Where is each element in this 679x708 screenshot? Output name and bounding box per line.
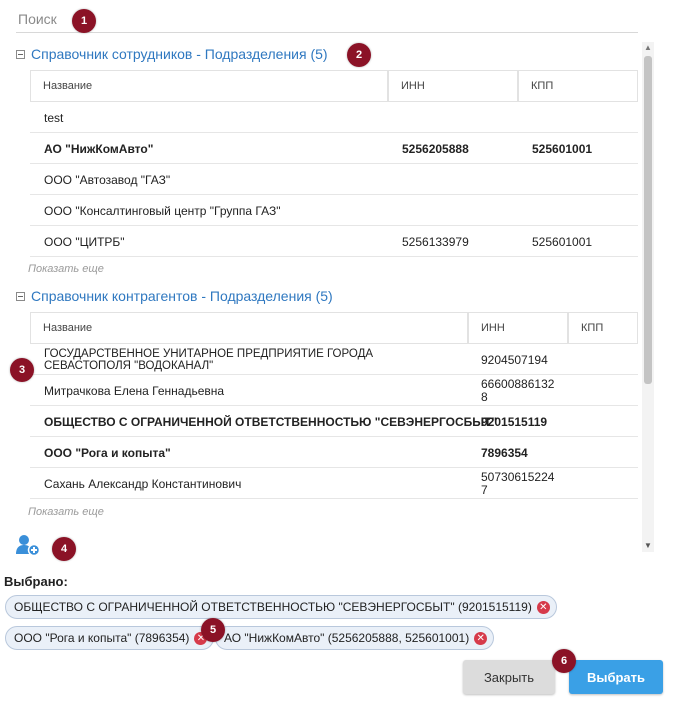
cell-inn: 9201515119 <box>481 415 548 429</box>
show-more-employees-link[interactable]: Показать еще <box>28 263 104 275</box>
close-button[interactable]: Закрыть <box>463 660 555 694</box>
select-button[interactable]: Выбрать <box>569 660 663 694</box>
search-placeholder: Поиск <box>18 11 57 27</box>
table-row[interactable]: test <box>30 102 638 133</box>
results-panel: Справочник сотрудников - Подразделения (… <box>10 40 654 554</box>
annotation-marker-3: 3 <box>10 358 34 382</box>
scroll-down-arrow-icon[interactable]: ▼ <box>643 542 653 550</box>
table-row[interactable]: ООО "Автозавод "ГАЗ" <box>30 164 638 195</box>
collapse-icon[interactable] <box>16 49 25 59</box>
selected-chip: АО "НижКомАвто" (5256205888, 525601001) … <box>215 626 495 650</box>
collapse-icon[interactable] <box>16 291 25 301</box>
column-header-name[interactable]: Название <box>30 70 388 102</box>
annotation-marker-2: 2 <box>347 43 371 67</box>
cell-inn: 5256133979 <box>402 235 469 249</box>
cell-name: ООО "Рога и копыта" <box>44 446 171 460</box>
scroll-thumb[interactable] <box>644 56 652 384</box>
column-header-inn[interactable]: ИНН <box>468 312 568 344</box>
cell-inn: 666008861328 <box>481 377 555 404</box>
cell-name: ООО "ЦИТРБ" <box>44 235 125 249</box>
search-input[interactable]: Поиск <box>16 6 638 33</box>
table-row[interactable]: Митрачкова Елена Геннадьевна 66600886132… <box>30 375 638 406</box>
column-header-kpp[interactable]: КПП <box>568 312 638 344</box>
cell-kpp: 525601001 <box>532 142 593 156</box>
cell-name: ООО "Автозавод "ГАЗ" <box>44 173 171 187</box>
remove-icon[interactable]: ✕ <box>536 600 550 614</box>
cell-name: ГОСУДАРСТВЕННОЕ УНИТАРНОЕ ПРЕДПРИЯТИЕ ГО… <box>44 348 374 372</box>
chip-label: ОБЩЕСТВО С ОГРАНИЧЕННОЙ ОТВЕТСТВЕННОСТЬЮ… <box>14 600 532 614</box>
annotation-marker-1: 1 <box>72 9 96 33</box>
annotation-marker-4: 4 <box>52 537 76 561</box>
add-user-icon[interactable] <box>16 534 41 557</box>
scroll-up-arrow-icon[interactable]: ▲ <box>643 44 653 52</box>
results-scrollbar[interactable]: ▲ ▼ <box>642 42 654 552</box>
cell-name: АО "НижКомАвто" <box>44 142 154 156</box>
cell-name: ОБЩЕСТВО С ОГРАНИЧЕННОЙ ОТВЕТСТВЕННОСТЬЮ… <box>44 415 498 429</box>
cell-name: ООО "Консалтинговый центр "Группа ГАЗ" <box>44 204 281 218</box>
cell-kpp: 525601001 <box>532 235 593 249</box>
column-header-inn[interactable]: ИНН <box>388 70 518 102</box>
annotation-marker-6: 6 <box>552 649 576 673</box>
cell-inn: 9204507194 <box>481 353 548 367</box>
table-row[interactable]: ООО "Консалтинговый центр "Группа ГАЗ" <box>30 195 638 226</box>
cell-inn: 7896354 <box>481 446 528 460</box>
selected-label: Выбрано: <box>4 574 68 589</box>
section-contractors-title: Справочник контрагентов - Подразделения … <box>31 288 333 304</box>
remove-icon[interactable]: ✕ <box>474 631 488 645</box>
table-row[interactable]: ОБЩЕСТВО С ОГРАНИЧЕННОЙ ОТВЕТСТВЕННОСТЬЮ… <box>30 406 638 437</box>
table-row[interactable]: Сахань Александр Константинович 50730615… <box>30 468 638 499</box>
section-employees-title: Справочник сотрудников - Подразделения (… <box>31 46 328 62</box>
cell-inn: 5256205888 <box>402 142 469 156</box>
selected-chip: ОБЩЕСТВО С ОГРАНИЧЕННОЙ ОТВЕТСТВЕННОСТЬЮ… <box>5 595 557 619</box>
show-more-contractors-link[interactable]: Показать еще <box>28 506 104 518</box>
chip-label: АО "НижКомАвто" (5256205888, 525601001) <box>224 631 470 645</box>
cell-name: Сахань Александр Константинович <box>44 477 242 491</box>
selected-chip: ООО "Рога и копыта" (7896354) ✕ <box>5 626 215 650</box>
annotation-marker-5: 5 <box>201 618 225 642</box>
cell-name: Митрачкова Елена Геннадьевна <box>44 384 225 398</box>
table-row[interactable]: ООО "ЦИТРБ" 5256133979 525601001 <box>30 226 638 257</box>
chip-label: ООО "Рога и копыта" (7896354) <box>14 631 190 645</box>
section-contractors-header[interactable]: Справочник контрагентов - Подразделения … <box>16 288 333 304</box>
column-header-name[interactable]: Название <box>30 312 468 344</box>
cell-inn: 507306152247 <box>481 470 555 497</box>
table-row[interactable]: ГОСУДАРСТВЕННОЕ УНИТАРНОЕ ПРЕДПРИЯТИЕ ГО… <box>30 344 638 375</box>
section-employees-header[interactable]: Справочник сотрудников - Подразделения (… <box>16 46 328 62</box>
table-row[interactable]: АО "НижКомАвто" 5256205888 525601001 <box>30 133 638 164</box>
column-header-kpp[interactable]: КПП <box>518 70 638 102</box>
cell-name: test <box>44 111 64 125</box>
table-row[interactable]: ООО "Рога и копыта" 7896354 <box>30 437 638 468</box>
